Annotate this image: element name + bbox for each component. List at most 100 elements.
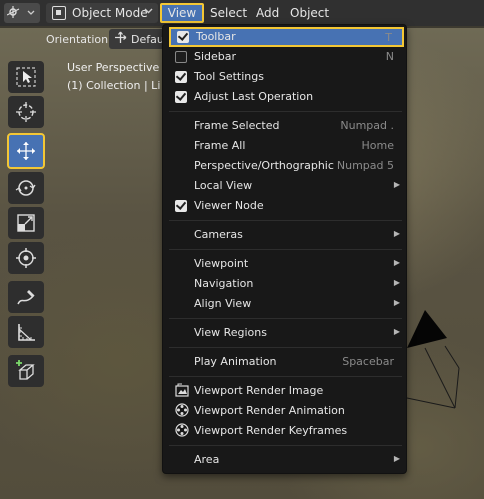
checkbox-checked-icon <box>175 200 187 212</box>
transform-icon <box>16 248 36 268</box>
menu-item-frame-selected[interactable]: Frame Selected Numpad . <box>169 117 404 135</box>
checkbox-checked-icon <box>175 71 187 83</box>
object-menu-button[interactable]: Object <box>284 3 335 23</box>
submenu-arrow-icon: ▶ <box>393 258 400 267</box>
menu-separator <box>169 220 402 221</box>
menu-item-area[interactable]: Area ▶ <box>169 451 404 469</box>
editor-type-button[interactable] <box>4 3 40 23</box>
render-animation-icon <box>175 403 189 417</box>
menu-item-label: Play Animation <box>194 355 277 368</box>
view-menu-dropdown: Toolbar T Sidebar N Tool Settings Adjust… <box>162 24 407 474</box>
add-cube-icon <box>16 360 35 380</box>
view-name-text: User Perspective <box>67 61 160 74</box>
menu-separator <box>169 111 402 112</box>
checkbox-unchecked-icon <box>175 51 187 63</box>
orientation-select[interactable]: Default <box>109 29 165 49</box>
select-box-icon <box>16 67 36 87</box>
chevron-down-icon <box>144 6 153 18</box>
menu-separator <box>169 376 402 377</box>
collection-info-text: (1) Collection | Light <box>67 79 161 92</box>
menu-item-navigation[interactable]: Navigation ▶ <box>169 275 404 293</box>
menu-item-shortcut: Numpad . <box>340 119 394 132</box>
menu-item-label: Area <box>194 453 220 466</box>
viewport-header: Object Mode View Select Add Object <box>0 0 484 26</box>
menu-item-label: Frame All <box>194 139 246 152</box>
menu-item-shortcut: Numpad 5 <box>336 159 394 172</box>
orientation-gizmo-icon <box>114 31 127 47</box>
menu-item-label: Tool Settings <box>194 70 264 83</box>
render-keyframes-icon <box>175 423 189 437</box>
menu-separator <box>169 347 402 348</box>
menu-separator <box>169 318 402 319</box>
tool-transform[interactable] <box>8 242 44 274</box>
submenu-arrow-icon: ▶ <box>393 454 400 463</box>
menu-item-sidebar[interactable]: Sidebar N <box>169 48 404 66</box>
add-menu-button[interactable]: Add <box>250 3 285 23</box>
menu-item-shortcut: Home <box>361 139 394 152</box>
menu-item-play-animation[interactable]: Play Animation Spacebar <box>169 353 404 371</box>
tool-select-box[interactable] <box>8 61 44 93</box>
menu-item-viewpoint[interactable]: Viewpoint ▶ <box>169 255 404 273</box>
submenu-arrow-icon: ▶ <box>393 229 400 238</box>
select-menu-button[interactable]: Select <box>204 3 253 23</box>
rotate-icon <box>15 180 36 196</box>
menu-item-label: Toolbar <box>196 30 236 43</box>
submenu-arrow-icon: ▶ <box>393 298 400 307</box>
scale-icon <box>17 214 35 232</box>
submenu-arrow-icon: ▶ <box>393 278 400 287</box>
menu-item-label: View Regions <box>194 326 267 339</box>
menu-item-label: Frame Selected <box>194 119 280 132</box>
menu-item-label: Viewport Render Keyframes <box>194 424 348 437</box>
menu-item-viewer-node[interactable]: Viewer Node <box>169 197 404 215</box>
menu-item-cameras[interactable]: Cameras ▶ <box>169 226 404 244</box>
menu-item-perspective-orthographic[interactable]: Perspective/Orthographic Numpad 5 <box>169 157 404 175</box>
menu-item-adjust-last-operation[interactable]: Adjust Last Operation <box>169 88 404 106</box>
tool-move[interactable] <box>7 133 45 169</box>
object-mode-icon <box>52 6 66 20</box>
camera-object[interactable] <box>395 278 484 418</box>
menu-item-toolbar[interactable]: Toolbar T <box>169 27 404 47</box>
tool-annotate[interactable] <box>8 281 44 313</box>
move-icon <box>17 142 35 160</box>
tool-scale[interactable] <box>8 207 44 239</box>
menu-separator <box>169 445 402 446</box>
menu-item-viewport-render-animation[interactable]: Viewport Render Animation <box>169 402 404 420</box>
menu-item-shortcut: T <box>385 31 392 44</box>
menu-item-align-view[interactable]: Align View ▶ <box>169 295 404 313</box>
checkbox-checked-icon <box>175 91 187 103</box>
menu-item-label: Navigation <box>194 277 254 290</box>
menu-item-view-regions[interactable]: View Regions ▶ <box>169 324 404 342</box>
menu-item-label: Perspective/Orthographic <box>194 159 334 172</box>
mode-select[interactable]: Object Mode <box>46 3 158 23</box>
menu-item-label: Cameras <box>194 228 243 241</box>
menu-separator <box>169 249 402 250</box>
annotate-icon <box>17 290 35 305</box>
menu-item-label: Viewport Render Animation <box>194 404 345 417</box>
tool-measure[interactable] <box>8 316 44 348</box>
submenu-arrow-icon: ▶ <box>393 327 400 336</box>
menu-item-frame-all[interactable]: Frame All Home <box>169 137 404 155</box>
tool-cursor[interactable] <box>8 96 44 128</box>
menu-item-label: Local View <box>194 179 253 192</box>
tool-rotate[interactable] <box>8 172 44 204</box>
menu-item-viewport-render-keyframes[interactable]: Viewport Render Keyframes <box>169 422 404 440</box>
render-image-icon <box>175 383 189 397</box>
view-menu-button[interactable]: View <box>160 3 204 23</box>
measure-icon <box>18 324 35 341</box>
menu-item-local-view[interactable]: Local View ▶ <box>169 177 404 195</box>
menu-item-label: Viewport Render Image <box>194 384 324 397</box>
menu-item-label: Adjust Last Operation <box>194 90 314 103</box>
submenu-arrow-icon: ▶ <box>393 180 400 189</box>
menu-item-label: Sidebar <box>194 50 237 63</box>
viewport-editor-icon <box>7 6 35 18</box>
menu-item-shortcut: N <box>385 50 394 63</box>
mode-label: Object Mode <box>72 6 148 20</box>
menu-item-label: Viewer Node <box>194 199 264 212</box>
orientation-value: Default <box>131 32 165 46</box>
menu-item-viewport-render-image[interactable]: Viewport Render Image <box>169 382 404 400</box>
menu-item-label: Viewpoint <box>194 257 249 270</box>
cursor-icon <box>16 102 36 122</box>
tool-add-cube[interactable] <box>8 355 44 387</box>
menu-item-tool-settings[interactable]: Tool Settings <box>169 68 404 86</box>
checkbox-checked-icon <box>177 31 189 43</box>
